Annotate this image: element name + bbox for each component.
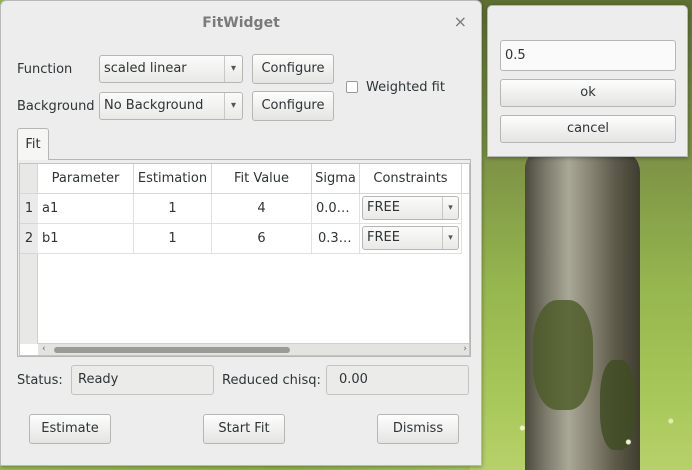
sigma-cell[interactable]: 0.0… (312, 194, 360, 224)
constraint-cell: FREE ▾ (360, 194, 462, 224)
column-header[interactable]: Estimation (134, 164, 212, 194)
fit-value-cell[interactable]: 6 (212, 224, 312, 254)
column-header[interactable]: Min (462, 164, 469, 194)
configure-background-button[interactable]: Configure (252, 91, 334, 121)
constraint-select-value: FREE (367, 230, 400, 245)
estimate-button[interactable]: Estimate (29, 414, 111, 444)
background-select[interactable]: No Background ▾ (99, 92, 243, 120)
cancel-button[interactable]: cancel (500, 115, 676, 143)
weighted-fit-checkbox[interactable] (346, 81, 358, 93)
close-icon[interactable]: × (454, 13, 467, 31)
row-number[interactable]: 1 (20, 194, 38, 224)
horizontal-scrollbar[interactable]: ‹ › (38, 343, 469, 355)
input-dialog: 0.5 ok cancel (487, 5, 688, 157)
sigma-cell[interactable]: 0.3… (312, 224, 360, 254)
constraint-cell: FREE ▾ (360, 224, 462, 254)
parameter-table: Parameter Estimation Fit Value Sigma Con… (19, 163, 470, 356)
chisq-field: 0.00 (326, 365, 469, 395)
status-label: Status: (17, 373, 63, 388)
column-header[interactable]: Fit Value (212, 164, 312, 194)
moss-patch (533, 300, 593, 410)
function-select[interactable]: scaled linear ▾ (99, 55, 243, 83)
function-select-value: scaled linear (104, 61, 187, 76)
estimation-cell[interactable]: 1 (134, 224, 212, 254)
tab-fit[interactable]: Fit (17, 128, 49, 160)
start-fit-button[interactable]: Start Fit (203, 414, 285, 444)
status-field: Ready (71, 365, 214, 395)
parameter-name-cell[interactable]: b1 (38, 224, 134, 254)
fit-value-cell[interactable]: 4 (212, 194, 312, 224)
scrollbar-thumb[interactable] (54, 347, 290, 353)
window-title: FitWidget (202, 15, 280, 31)
value-input[interactable]: 0.5 (500, 40, 676, 71)
function-label: Function (17, 62, 73, 77)
parameter-name-cell[interactable]: a1 (38, 194, 134, 224)
chevron-down-icon: ▾ (442, 227, 458, 249)
estimation-cell[interactable]: 1 (134, 194, 212, 224)
ok-button[interactable]: ok (500, 79, 676, 107)
column-header[interactable]: Constraints (360, 164, 462, 194)
chevron-down-icon: ▾ (442, 197, 458, 219)
scroll-left-icon[interactable]: ‹ (42, 343, 46, 355)
background-label: Background (17, 99, 95, 114)
chisq-label: Reduced chisq: (222, 373, 321, 388)
chevron-down-icon: ▾ (224, 56, 242, 82)
weighted-fit-label: Weighted fit (366, 80, 445, 95)
flowers (480, 400, 692, 470)
title-bar[interactable]: FitWidget × (1, 1, 481, 43)
column-header[interactable]: Parameter (38, 164, 134, 194)
row-number[interactable]: 2 (20, 224, 38, 254)
chevron-down-icon: ▾ (224, 93, 242, 119)
scroll-right-icon[interactable]: › (463, 343, 467, 355)
table-corner (20, 164, 38, 194)
configure-function-button[interactable]: Configure (252, 54, 334, 84)
fitwidget-window: FitWidget × Function scaled linear ▾ Con… (0, 0, 482, 466)
dismiss-button[interactable]: Dismiss (377, 414, 459, 444)
background-select-value: No Background (104, 98, 204, 113)
constraint-select-value: FREE (367, 200, 400, 215)
constraint-select[interactable]: FREE ▾ (362, 196, 459, 220)
column-header[interactable]: Sigma (312, 164, 360, 194)
constraint-select[interactable]: FREE ▾ (362, 226, 459, 250)
